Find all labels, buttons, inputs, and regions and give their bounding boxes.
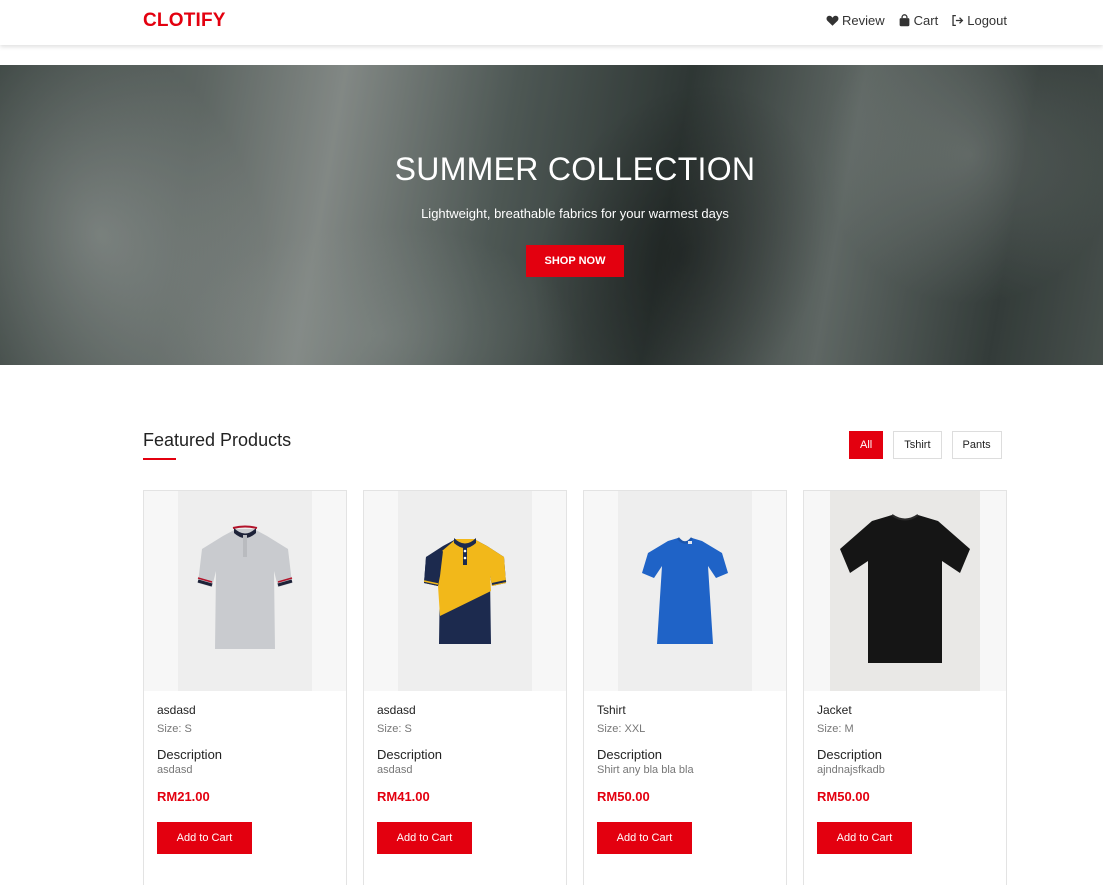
product-price: RM50.00: [817, 789, 870, 804]
filter-all-button[interactable]: All: [849, 431, 884, 459]
product-name[interactable]: asdasd: [377, 703, 557, 718]
product-description: asdasd: [377, 764, 413, 776]
logout-icon: [952, 14, 964, 27]
product-price: RM41.00: [377, 789, 430, 804]
filter-tshirt-button[interactable]: Tshirt: [893, 431, 942, 459]
hero-banner: SUMMER COLLECTION Lightweight, breathabl…: [0, 65, 1103, 365]
description-label: Description: [817, 747, 883, 762]
title-underline: [143, 458, 176, 460]
nav-review-link[interactable]: Review: [826, 13, 885, 28]
add-to-cart-button[interactable]: Add to Cart: [157, 822, 252, 854]
blue-tshirt-image: [642, 537, 728, 644]
product-card[interactable]: Tshirt Size: XXL Description Shirt any b…: [583, 490, 787, 885]
nav-links: Review Cart Logout: [826, 13, 1007, 28]
product-image[interactable]: [364, 491, 566, 691]
nav-logout-link[interactable]: Logout: [951, 13, 1007, 28]
product-name[interactable]: asdasd: [157, 703, 337, 718]
product-card[interactable]: Jacket Size: M Description ajndnajsfkadb…: [803, 490, 1007, 885]
product-price: RM50.00: [597, 789, 650, 804]
filter-pants-button[interactable]: Pants: [951, 431, 1002, 459]
product-description: ajndnajsfkadb: [817, 764, 885, 776]
description-label: Description: [157, 747, 223, 762]
hero-title: SUMMER COLLECTION: [394, 151, 756, 187]
product-card[interactable]: asdasd Size: S Description asdasd RM21.0…: [143, 490, 347, 885]
description-label: Description: [597, 747, 663, 762]
product-description: Shirt any bla bla bla: [597, 764, 694, 776]
product-size: Size: S: [377, 723, 412, 735]
product-image[interactable]: [804, 491, 1006, 691]
nav-cart-label: Cart: [913, 13, 939, 28]
grey-polo-shirt-image: [197, 525, 293, 649]
add-to-cart-button[interactable]: Add to Cart: [817, 822, 912, 854]
description-label: Description: [377, 747, 443, 762]
product-description: asdasd: [157, 764, 193, 776]
product-image[interactable]: [584, 491, 786, 691]
navy-yellow-polo-shirt-image: [423, 538, 507, 644]
shop-now-button[interactable]: SHOP NOW: [526, 245, 624, 277]
nav-review-label: Review: [842, 13, 885, 28]
product-name[interactable]: Jacket: [817, 703, 997, 718]
hero-subtitle: Lightweight, breathable fabrics for your…: [421, 206, 729, 221]
product-size: Size: XXL: [597, 723, 646, 735]
heart-icon: [826, 15, 839, 26]
product-image[interactable]: [144, 491, 346, 691]
shopping-bag-icon: [899, 14, 910, 27]
featured-products-title: Featured Products: [143, 430, 292, 450]
category-filters: All Tshirt Pants: [849, 431, 1002, 459]
add-to-cart-button[interactable]: Add to Cart: [377, 822, 472, 854]
add-to-cart-button[interactable]: Add to Cart: [597, 822, 692, 854]
product-price: RM21.00: [157, 789, 210, 804]
product-size: Size: M: [817, 723, 854, 735]
product-name[interactable]: Tshirt: [597, 703, 777, 718]
brand-logo[interactable]: CLOTIFY: [143, 10, 226, 32]
black-tshirt-image: [840, 514, 970, 663]
nav-logout-label: Logout: [967, 13, 1007, 28]
navbar: CLOTIFY Review Cart Logout: [0, 0, 1103, 45]
product-size: Size: S: [157, 723, 192, 735]
product-card[interactable]: asdasd Size: S Description asdasd RM41.0…: [363, 490, 567, 885]
nav-cart-link[interactable]: Cart: [898, 13, 939, 28]
